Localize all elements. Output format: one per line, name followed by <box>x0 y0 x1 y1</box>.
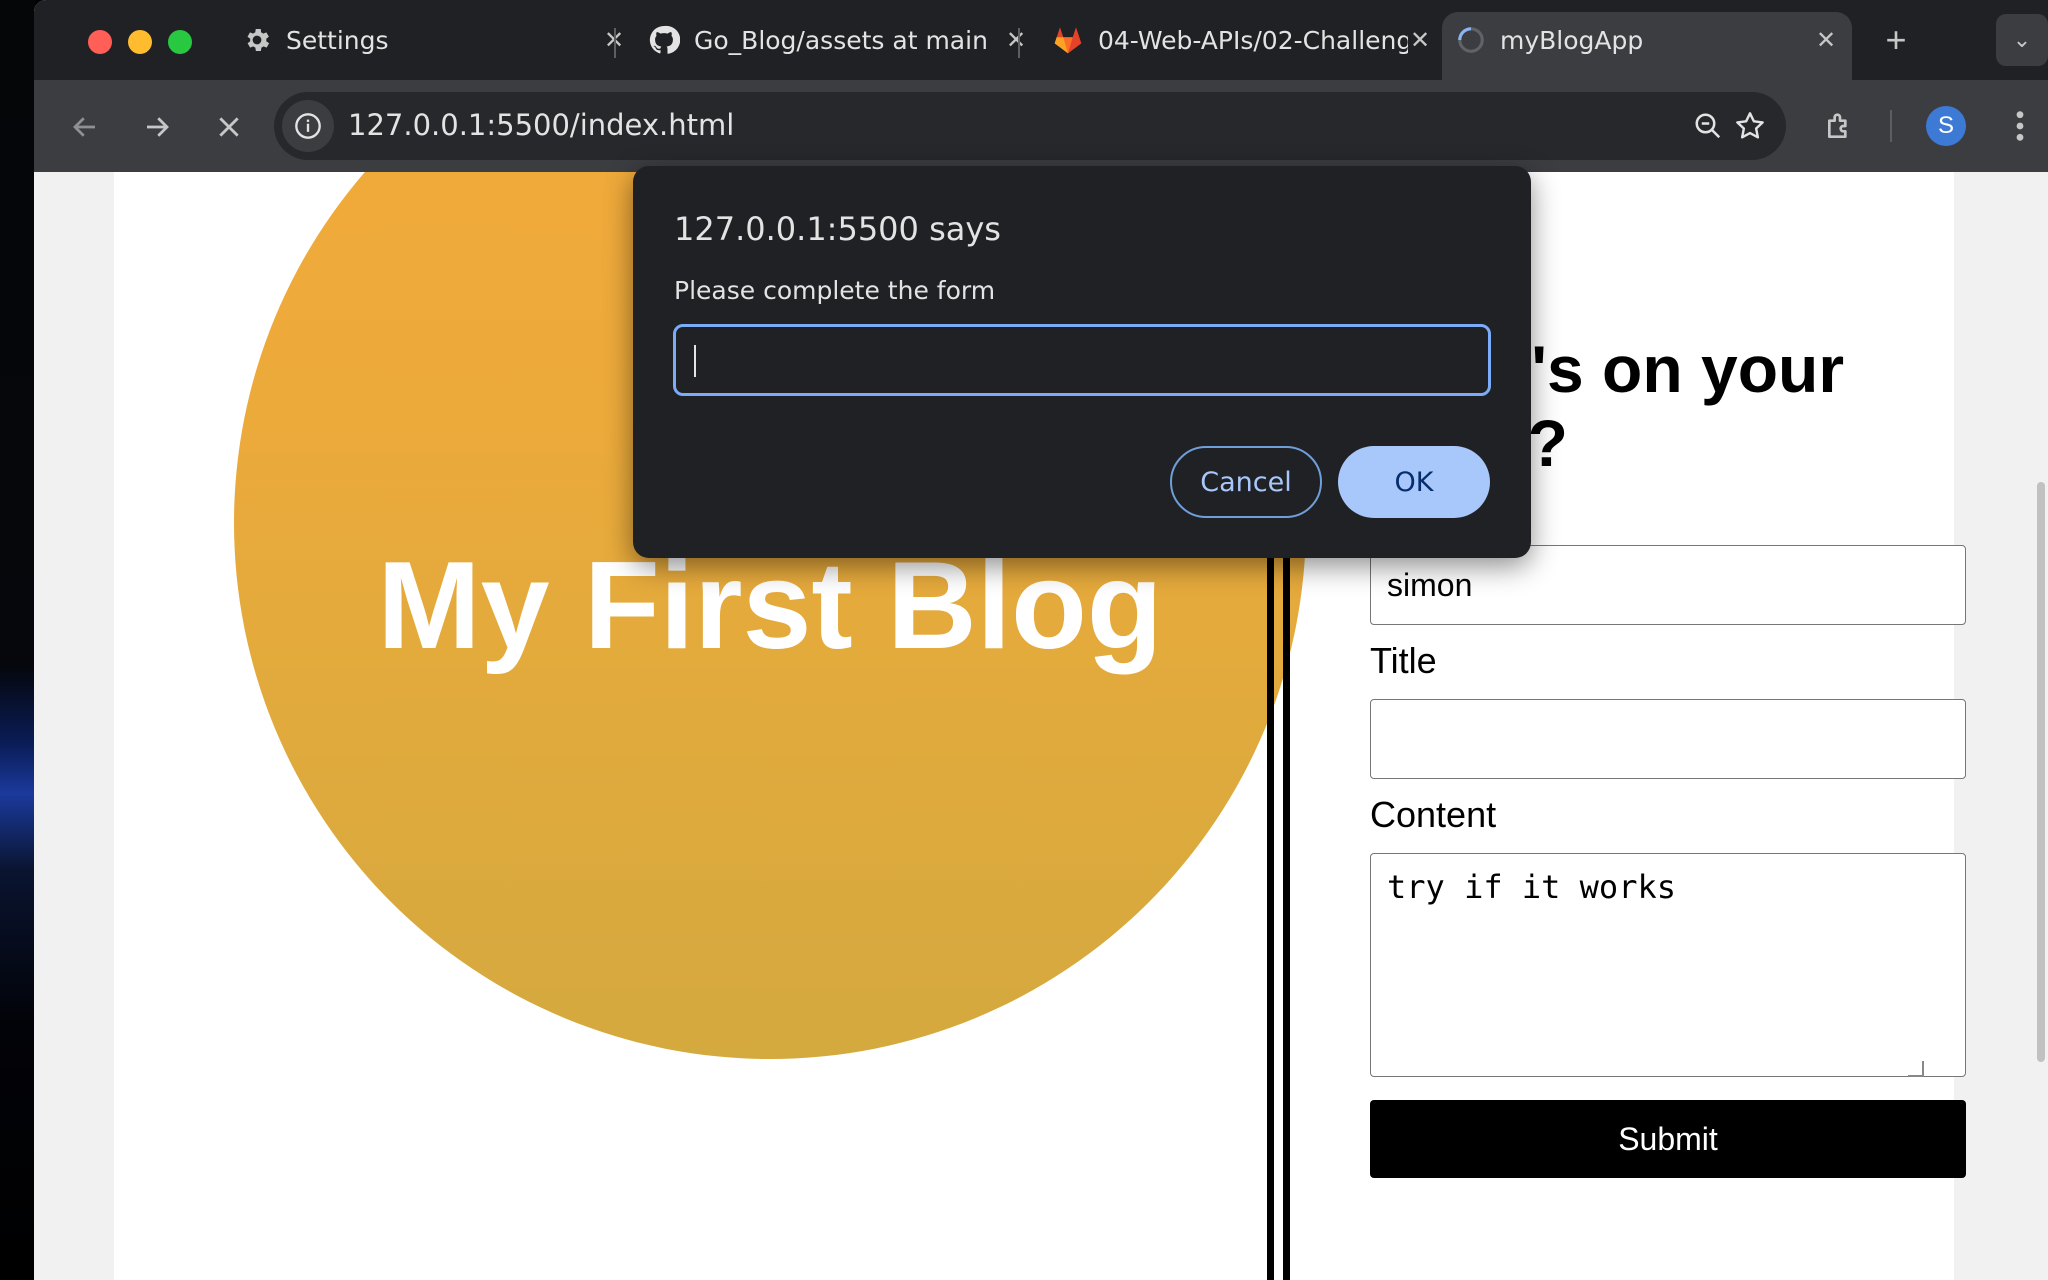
scrollbar[interactable] <box>2034 172 2048 1280</box>
loading-spinner-icon <box>1458 27 1484 53</box>
github-icon <box>649 25 680 54</box>
title-label: Title <box>1370 640 1437 681</box>
gitlab-icon <box>1054 27 1082 54</box>
extensions-puzzle-icon[interactable] <box>1814 100 1866 152</box>
ok-button[interactable]: OK <box>1338 446 1490 518</box>
tab-separator <box>1018 28 1020 58</box>
tab-label: 04-Web-APIs/02-Challenge <box>1098 25 1408 55</box>
tab-settings[interactable]: Settings ✕ <box>228 12 640 68</box>
toolbar-divider <box>1890 110 1892 142</box>
dialog-message: Please complete the form <box>674 276 996 305</box>
tab-myblogapp[interactable]: myBlogApp ✕ <box>1442 12 1852 80</box>
toolbar: S <box>34 80 2048 172</box>
prompt-dialog: 127.0.0.1:5500 says Please complete the … <box>633 166 1531 558</box>
content-textarea[interactable]: try if it works <box>1370 853 1966 1077</box>
dialog-input[interactable] <box>673 324 1491 396</box>
more-menu-icon[interactable] <box>1994 100 2046 152</box>
text-caret <box>694 345 696 377</box>
divider-line <box>1283 542 1290 1280</box>
tab-strip: Settings ✕ Go_Blog/assets at main ✕ 04-W… <box>34 0 2048 80</box>
tab-gitlab[interactable]: 04-Web-APIs/02-Challenge ✕ <box>1038 12 1446 68</box>
scrollbar-thumb[interactable] <box>2037 482 2045 1062</box>
profile-initial: S <box>1937 112 1954 139</box>
tab-separator <box>614 28 616 58</box>
window-minimize-button[interactable] <box>128 30 152 54</box>
stop-loading-icon[interactable] <box>204 102 254 152</box>
submit-button[interactable]: Submit <box>1370 1100 1966 1178</box>
forward-arrow-icon[interactable] <box>132 102 182 152</box>
tab-label: Go_Blog/assets at main <box>694 25 988 55</box>
title-input[interactable] <box>1370 699 1966 779</box>
window-maximize-button[interactable] <box>168 30 192 54</box>
divider-line <box>1267 542 1274 1280</box>
new-tab-icon[interactable]: + <box>1874 18 1918 62</box>
close-tab-icon[interactable]: ✕ <box>1814 26 1838 54</box>
content-label: Content <box>1370 794 1497 835</box>
window-close-button[interactable] <box>88 30 112 54</box>
tab-label: myBlogApp <box>1500 25 1644 55</box>
resize-handle-icon[interactable] <box>1908 1061 1924 1077</box>
close-tab-icon[interactable]: ✕ <box>1408 26 1432 54</box>
desktop-wallpaper <box>0 0 36 1280</box>
tab-search-chevron-down-icon[interactable]: ⌄ <box>1996 14 2048 66</box>
back-arrow-icon[interactable] <box>60 102 110 152</box>
tab-label: Settings <box>286 25 389 55</box>
profile-avatar[interactable]: S <box>1926 106 1966 146</box>
dialog-title: 127.0.0.1:5500 says <box>674 210 1001 248</box>
site-info-icon[interactable] <box>282 100 334 152</box>
browser-window: Settings ✕ Go_Blog/assets at main ✕ 04-W… <box>34 0 2048 1280</box>
close-tab-icon[interactable]: ✕ <box>1004 26 1028 54</box>
gear-icon <box>247 29 270 51</box>
url-text: 127.0.0.1:5500/index.html <box>348 108 735 142</box>
cancel-button[interactable]: Cancel <box>1170 446 1322 518</box>
bookmark-star-icon[interactable] <box>1724 100 1776 152</box>
tab-github[interactable]: Go_Blog/assets at main ✕ <box>634 12 1042 68</box>
